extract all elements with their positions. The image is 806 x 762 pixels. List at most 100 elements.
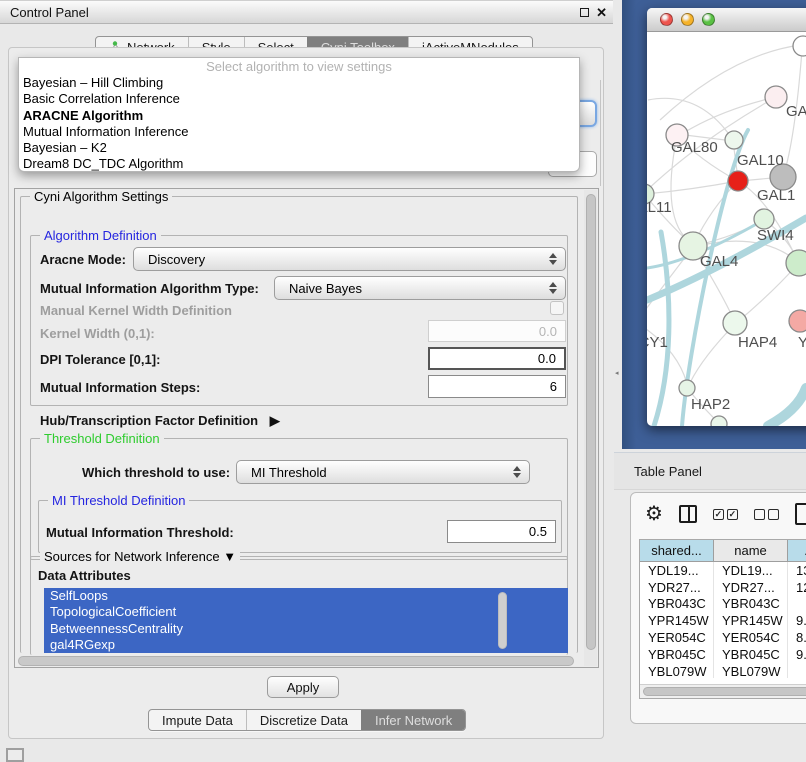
table-cell: YDR27... (640, 579, 714, 596)
table-row[interactable]: YBL079WYBL079W (640, 663, 806, 678)
mi-steps-label: Mutual Information Steps: (40, 380, 200, 395)
bottom-tabbar: Impute Data Discretize Data Infer Network (148, 709, 466, 731)
network-window-titlebar[interactable] (647, 8, 806, 32)
mi-threshold-field[interactable]: 0.5 (447, 520, 556, 543)
tab-infer-network[interactable]: Infer Network (361, 710, 465, 730)
tab-impute-data[interactable]: Impute Data (149, 710, 246, 730)
data-attribute-item[interactable]: BetweennessCentrality (44, 621, 568, 637)
tab-label: Discretize Data (260, 713, 348, 728)
data-attributes-list[interactable]: SelfLoopsTopologicalCoefficientBetweenne… (44, 588, 568, 653)
select-all-columns-icon[interactable]: ✓✓ (713, 509, 738, 520)
stepper-updown-icon (549, 253, 557, 265)
network-node[interactable] (793, 36, 806, 56)
mi-steps-value: 6 (550, 379, 557, 394)
node-label: GAL11 (647, 199, 672, 216)
network-node[interactable] (789, 310, 806, 332)
table-row[interactable]: YDR27...YDR27...12 (640, 579, 806, 596)
node-label: HAP4 (738, 334, 777, 351)
table-row[interactable]: YDL19...YDL19...13 (640, 562, 806, 579)
network-edge (660, 45, 800, 120)
popup-placeholder: Select algorithm to view settings (19, 58, 579, 75)
table-cell: YER054C (714, 629, 788, 646)
network-node[interactable] (765, 86, 787, 108)
table-cell: YBR043C (714, 596, 788, 613)
table-row[interactable]: YBR043CYBR043C (640, 596, 806, 613)
aracne-mode-label: Aracne Mode: (40, 252, 126, 267)
data-attribute-item[interactable]: SelfLoops (44, 588, 568, 604)
algorithm-option[interactable]: Bayesian – Hill Climbing (19, 75, 579, 91)
hub-section-label[interactable]: Hub/Transcription Factor Definition ▶ (40, 413, 280, 429)
algorithm-option[interactable]: Dream8 DC_TDC Algorithm (19, 156, 579, 172)
mac-minimize-icon[interactable] (681, 13, 694, 26)
table-row[interactable]: YBR045CYBR045C9. (640, 646, 806, 663)
export-table-icon[interactable] (795, 503, 806, 525)
network-node[interactable] (786, 250, 806, 276)
network-node[interactable] (711, 416, 727, 426)
table-cell: YBR045C (640, 646, 714, 663)
which-threshold-select[interactable]: MI Threshold (236, 460, 530, 484)
algorithm-option[interactable]: ARACNE Algorithm (19, 108, 579, 124)
data-attribute-item[interactable]: gal4RGexp (44, 637, 568, 653)
mac-close-icon[interactable] (660, 13, 673, 26)
vertical-scrollbar-thumb[interactable] (586, 194, 596, 650)
tab-discretize-data[interactable]: Discretize Data (246, 710, 361, 730)
data-attribute-item[interactable]: TopologicalCoefficient (44, 604, 568, 620)
horizontal-scrollbar-thumb[interactable] (18, 656, 574, 666)
table-cell: YER054C (640, 629, 714, 646)
mi-threshold-definition-title: MI Threshold Definition (48, 493, 189, 508)
collapse-arrow-icon[interactable]: ▼ (223, 549, 236, 564)
manual-kernel-label: Manual Kernel Width Definition (40, 303, 232, 318)
mi-algorithm-type-select[interactable]: Naive Bayes (274, 276, 566, 300)
aracne-mode-select[interactable]: Discovery (133, 247, 566, 271)
node-label: GAL80 (671, 139, 718, 156)
close-icon[interactable]: ✕ (596, 6, 607, 19)
apply-button[interactable]: Apply (267, 676, 339, 698)
network-node[interactable] (679, 380, 695, 396)
table-cell: YBL079W (640, 663, 714, 678)
algorithm-dropdown-popup: Select algorithm to view settings Bayesi… (18, 57, 580, 172)
kernel-width-field[interactable]: 0.0 (428, 320, 566, 342)
network-node[interactable] (728, 171, 748, 191)
node-label: GAL4 (700, 253, 738, 270)
list-scrollbar-thumb[interactable] (498, 592, 507, 649)
network-edge-highlighted (768, 388, 806, 426)
node-label: SWI4 (757, 227, 794, 244)
node-label: GCY1 (647, 334, 668, 351)
deselect-all-columns-icon[interactable] (754, 509, 779, 520)
table-cell (788, 596, 806, 613)
dpi-tolerance-field[interactable]: 0.0 (428, 347, 566, 370)
network-node[interactable] (754, 209, 774, 229)
table-hscrollbar-thumb[interactable] (643, 687, 806, 696)
table-hscrollbar-track[interactable] (640, 684, 806, 698)
mac-zoom-icon[interactable] (702, 13, 715, 26)
network-node[interactable] (723, 311, 747, 335)
table-cell: YDL19... (640, 562, 714, 579)
column-header-shared[interactable]: shared... (640, 540, 714, 562)
dpi-tolerance-value: 0.0 (538, 351, 556, 366)
algorithm-option[interactable]: Bayesian – K2 (19, 140, 579, 156)
manual-kernel-checkbox[interactable] (550, 301, 564, 315)
network-node[interactable] (725, 131, 743, 149)
table-cell: YBR045C (714, 646, 788, 663)
algorithm-option[interactable]: Basic Correlation Inference (19, 91, 579, 107)
mi-algorithm-type-value: Naive Bayes (289, 281, 362, 296)
network-canvas[interactable]: GALGAL80GAL10GAL1GAL11SWI4GAL4GCY1HAP4YH… (647, 32, 806, 426)
split-view-icon[interactable] (679, 505, 697, 523)
table-row[interactable]: YER054CYER054C8. (640, 629, 806, 646)
mi-threshold-value: 0.5 (529, 524, 547, 539)
table-row[interactable]: YPR145WYPR145W9. (640, 612, 806, 629)
gear-icon[interactable]: ⚙ (645, 504, 663, 524)
table-cell: YDL19... (714, 562, 788, 579)
expand-arrow-icon[interactable]: ▶ (270, 413, 280, 428)
column-header-name[interactable]: name (714, 540, 788, 562)
panel-divider-handle[interactable]: ◂ (615, 370, 620, 377)
mi-algorithm-type-label: Mutual Information Algorithm Type: (40, 281, 259, 296)
table-panel-card: ⚙ ✓✓ shared...nameA YDL19...YDL19...13YD… (630, 492, 806, 724)
table-cell (788, 663, 806, 678)
column-header-a[interactable]: A (788, 540, 806, 562)
algorithm-option[interactable]: Mutual Information Inference (19, 124, 579, 140)
restore-icon[interactable] (580, 8, 589, 17)
dpi-tolerance-label: DPI Tolerance [0,1]: (40, 352, 160, 367)
network-edge (680, 97, 776, 135)
mi-steps-field[interactable]: 6 (428, 375, 566, 398)
